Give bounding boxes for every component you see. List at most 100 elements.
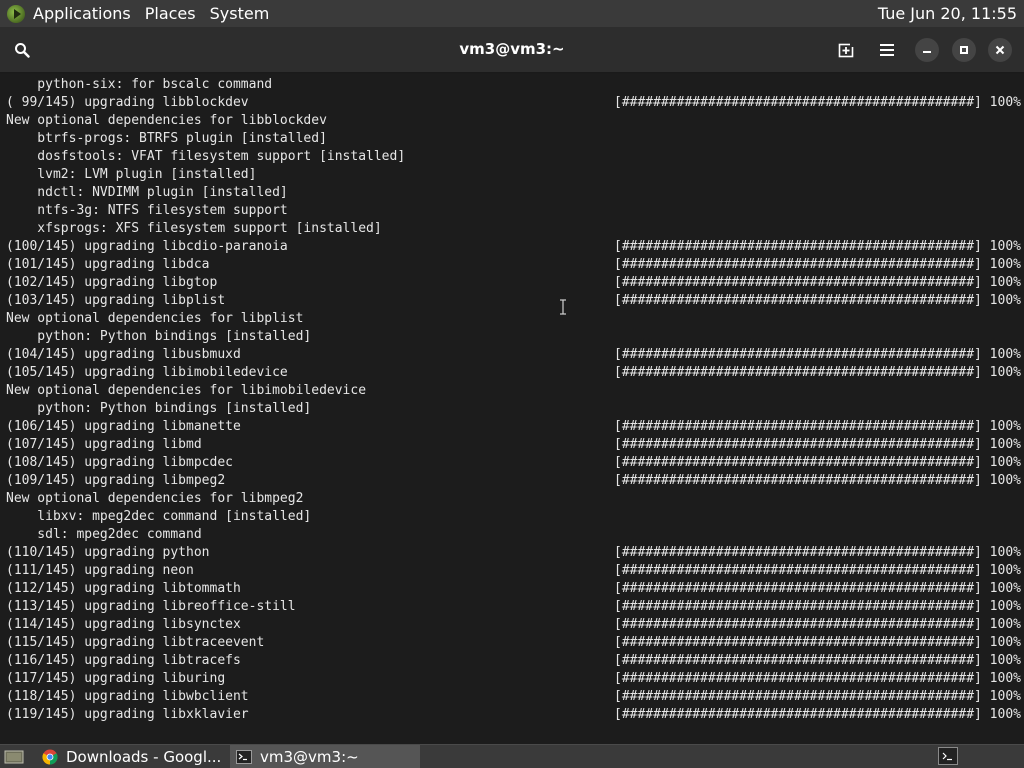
terminal-line: (117/145) upgrading liburing [###########… xyxy=(6,670,1021,688)
terminal-icon xyxy=(236,749,252,764)
terminal-line: python: Python bindings [installed] xyxy=(6,400,1018,418)
terminal-line-text: (106/145) upgrading libmanette xyxy=(6,419,241,434)
terminal-line-text: (115/145) upgrading libtraceevent xyxy=(6,635,265,650)
terminal-line-text: dosfstools: VFAT filesystem support [ins… xyxy=(6,149,406,164)
taskbar-item-label: vm3@vm3:~ xyxy=(260,747,359,766)
terminal-tray-icon xyxy=(942,752,952,761)
progress-bar-text: [#######################################… xyxy=(614,95,1021,110)
progress-bar-text: [#######################################… xyxy=(614,473,1021,488)
menu-button[interactable] xyxy=(873,36,901,64)
progress-bar-text: [#######################################… xyxy=(614,239,1021,254)
taskbar-item-terminal[interactable]: vm3@vm3:~ xyxy=(230,745,420,768)
terminal-line-text: New optional dependencies for libimobile… xyxy=(6,383,367,398)
terminal-line-text: (102/145) upgrading libgtop xyxy=(6,275,218,290)
terminal-line: (109/145) upgrading libmpeg2 [###########… xyxy=(6,472,1021,490)
terminal-output[interactable]: python-six: for bscalc command ( 99/145) … xyxy=(0,74,1024,744)
progress-bar-text: [#######################################… xyxy=(614,347,1021,362)
taskbar-item-label: Downloads - Googl... xyxy=(66,747,222,766)
progress-bar-text: [#######################################… xyxy=(614,275,1021,290)
terminal-line: (116/145) upgrading libtracefs [#########… xyxy=(6,652,1021,670)
terminal-line: New optional dependencies for libimobile… xyxy=(6,382,1018,400)
minimize-icon xyxy=(923,51,931,53)
terminal-line: (107/145) upgrading libmd [##############… xyxy=(6,436,1021,454)
terminal-line-text: (100/145) upgrading libcdio-paranoia xyxy=(6,239,288,254)
terminal-line: xfsprogs: XFS filesystem support [instal… xyxy=(6,220,1018,238)
terminal-line: python-six: for bscalc command xyxy=(6,76,1018,94)
maximize-button[interactable] xyxy=(952,38,976,62)
top-panel: Applications Places System Tue Jun 20, 1… xyxy=(0,0,1024,27)
terminal-line-text: (107/145) upgrading libmd xyxy=(6,437,202,452)
terminal-line-text: (112/145) upgrading libtommath xyxy=(6,581,241,596)
terminal-line: (101/145) upgrading libdca [#############… xyxy=(6,256,1021,274)
show-desktop-icon xyxy=(4,750,24,763)
terminal-line-text: (114/145) upgrading libsynctex xyxy=(6,617,241,632)
terminal-line: (105/145) upgrading libimobiledevice [###… xyxy=(6,364,1021,382)
progress-bar-text: [#######################################… xyxy=(614,437,1021,452)
chrome-icon xyxy=(42,749,58,764)
terminal-line: (104/145) upgrading libusbmuxd [#########… xyxy=(6,346,1021,364)
terminal-header-bar: vm3@vm3:~ xyxy=(0,27,1024,73)
terminal-line: lvm2: LVM plugin [installed] xyxy=(6,166,1018,184)
terminal-line-text: (109/145) upgrading libmpeg2 xyxy=(6,473,226,488)
progress-bar-text: [#######################################… xyxy=(614,599,1021,614)
terminal-line-text: python-six: for bscalc command xyxy=(6,77,273,92)
terminal-line-text: (118/145) upgrading libwbclient xyxy=(6,689,249,704)
terminal-line-text: xfsprogs: XFS filesystem support [instal… xyxy=(6,221,382,236)
progress-bar-text: [#######################################… xyxy=(614,545,1021,560)
minimize-button[interactable] xyxy=(915,38,939,62)
terminal-line: (114/145) upgrading libsynctex [#########… xyxy=(6,616,1021,634)
mate-menu-icon[interactable] xyxy=(7,4,25,23)
new-tab-icon xyxy=(838,42,856,58)
progress-bar-text: [#######################################… xyxy=(614,563,1021,578)
menu-places[interactable]: Places xyxy=(145,4,196,23)
clock[interactable]: Tue Jun 20, 11:55 xyxy=(878,4,1017,23)
progress-bar-text: [#######################################… xyxy=(614,707,1021,722)
menu-system[interactable]: System xyxy=(210,4,270,23)
terminal-line-text: btrfs-progs: BTRFS plugin [installed] xyxy=(6,131,327,146)
terminal-line-text: libxv: mpeg2dec command [installed] xyxy=(6,509,312,524)
terminal-line: ( 99/145) upgrading libblockdev [########… xyxy=(6,94,1021,112)
terminal-line: libxv: mpeg2dec command [installed] xyxy=(6,508,1018,526)
tray-terminal-indicator[interactable] xyxy=(938,747,958,765)
terminal-line: sdl: mpeg2dec command xyxy=(6,526,1018,544)
terminal-line-text: (113/145) upgrading libreoffice-still xyxy=(6,599,296,614)
taskbar-item-chrome[interactable]: Downloads - Googl... xyxy=(36,745,226,768)
menu-applications[interactable]: Applications xyxy=(33,4,131,23)
show-desktop-button[interactable] xyxy=(2,747,26,767)
bottom-taskbar: Downloads - Googl... vm3@vm3:~ xyxy=(0,744,1024,768)
progress-bar-text: [#######################################… xyxy=(614,653,1021,668)
close-icon xyxy=(995,45,1005,55)
terminal-line-text: (101/145) upgrading libdca xyxy=(6,257,210,272)
terminal-line: New optional dependencies for libblockde… xyxy=(6,112,1018,130)
hamburger-menu-icon xyxy=(880,44,894,56)
terminal-line: (102/145) upgrading libgtop [############… xyxy=(6,274,1021,292)
terminal-line-text: New optional dependencies for libblockde… xyxy=(6,113,327,128)
terminal-line: (113/145) upgrading libreoffice-still [##… xyxy=(6,598,1021,616)
window-title: vm3@vm3:~ xyxy=(459,40,565,58)
terminal-line-text: (103/145) upgrading libplist xyxy=(6,293,226,308)
terminal-line: New optional dependencies for libmpeg2 xyxy=(6,490,1018,508)
terminal-line-text: (111/145) upgrading neon xyxy=(6,563,194,578)
progress-bar-text: [#######################################… xyxy=(614,257,1021,272)
terminal-line: ntfs-3g: NTFS filesystem support xyxy=(6,202,1018,220)
terminal-line: New optional dependencies for libplist xyxy=(6,310,1018,328)
progress-bar-text: [#######################################… xyxy=(614,365,1021,380)
close-button[interactable] xyxy=(988,38,1012,62)
new-tab-button[interactable] xyxy=(833,36,861,64)
terminal-line-text: (105/145) upgrading libimobiledevice xyxy=(6,365,288,380)
terminal-line: (108/145) upgrading libmpcdec [##########… xyxy=(6,454,1021,472)
terminal-line: (103/145) upgrading libplist [###########… xyxy=(6,292,1021,310)
terminal-line: python: Python bindings [installed] xyxy=(6,328,1018,346)
terminal-line: (115/145) upgrading libtraceevent [######… xyxy=(6,634,1021,652)
terminal-line: (119/145) upgrading libxklavier [########… xyxy=(6,706,1021,724)
terminal-line-text: (119/145) upgrading libxklavier xyxy=(6,707,249,722)
terminal-line: (111/145) upgrading neon [###############… xyxy=(6,562,1021,580)
terminal-line: (100/145) upgrading libcdio-paranoia [###… xyxy=(6,238,1021,256)
terminal-line: (118/145) upgrading libwbclient [########… xyxy=(6,688,1021,706)
progress-bar-text: [#######################################… xyxy=(614,671,1021,686)
terminal-line: dosfstools: VFAT filesystem support [ins… xyxy=(6,148,1018,166)
terminal-line-text: ( 99/145) upgrading libblockdev xyxy=(6,95,249,110)
terminal-line: (106/145) upgrading libmanette [#########… xyxy=(6,418,1021,436)
terminal-line-text: (110/145) upgrading python xyxy=(6,545,210,560)
terminal-line-text: (116/145) upgrading libtracefs xyxy=(6,653,241,668)
